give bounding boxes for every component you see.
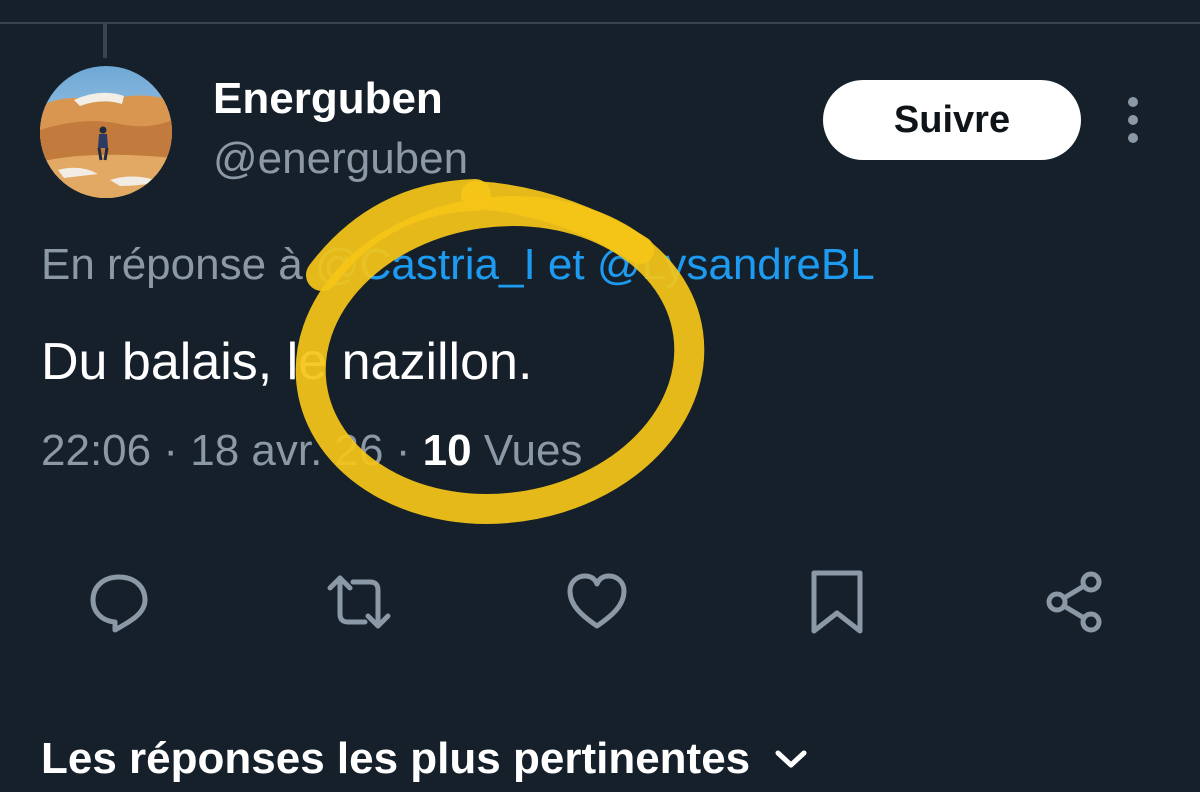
- chevron-down-icon: [775, 750, 807, 768]
- desert-walker-image: [40, 66, 172, 198]
- bookmark-icon[interactable]: [805, 570, 869, 634]
- author-handle[interactable]: @energuben: [213, 134, 468, 184]
- reply-context: En réponse à @Castria_I et @LysandreBL: [41, 240, 875, 290]
- heart-icon[interactable]: [565, 570, 629, 634]
- tweet-time[interactable]: 22:06: [41, 426, 151, 475]
- tweet-text: Du balais, le nazillon.: [41, 333, 533, 391]
- section-title-label: Les réponses les plus pertinentes: [41, 734, 751, 783]
- views-label: Vues: [471, 426, 583, 475]
- more-options-icon[interactable]: [1116, 94, 1150, 146]
- mention-connector: et: [535, 240, 597, 289]
- retweet-icon[interactable]: [327, 570, 391, 634]
- reply-prefix: En réponse à: [41, 240, 315, 289]
- meta-separator: ·: [151, 426, 191, 475]
- tweet-metadata: 22:06 · 18 avr. 26 · 10 Vues: [41, 426, 582, 476]
- avatar[interactable]: [40, 66, 172, 198]
- top-replies-sort-toggle[interactable]: Les réponses les plus pertinentes: [41, 734, 808, 784]
- mention-link-1[interactable]: @Castria_I: [315, 240, 536, 289]
- tweet-date[interactable]: 18 avr. 26: [190, 426, 383, 475]
- mention-link-2[interactable]: @LysandreBL: [597, 240, 875, 289]
- reply-icon[interactable]: [87, 570, 151, 634]
- thread-connector-line: [103, 24, 107, 58]
- author-display-name[interactable]: Energuben: [213, 74, 443, 124]
- follow-button[interactable]: Suivre: [823, 80, 1081, 160]
- share-icon[interactable]: [1043, 570, 1107, 634]
- views-count: 10: [422, 426, 472, 475]
- top-divider: [0, 22, 1200, 24]
- meta-separator: ·: [383, 426, 423, 475]
